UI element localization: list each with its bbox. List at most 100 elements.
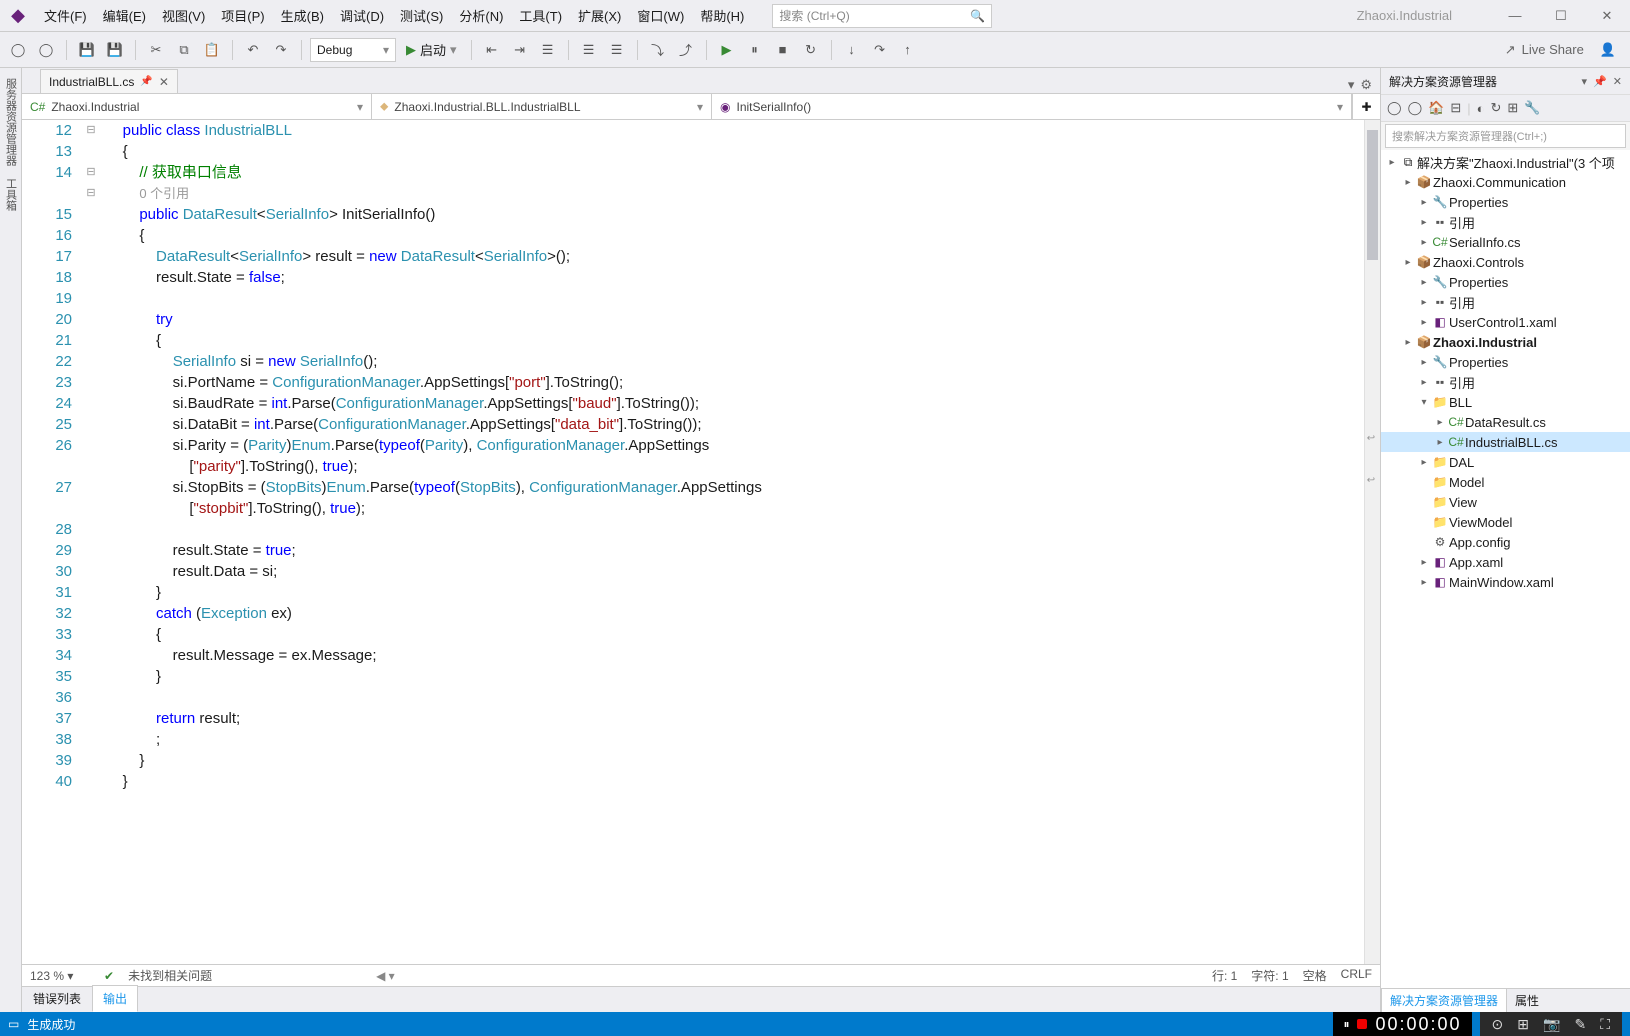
properties-tab[interactable]: 属性 [1507, 989, 1547, 1012]
solution-search[interactable]: 搜索解决方案资源管理器(Ctrl+;) [1385, 124, 1626, 148]
home-icon[interactable]: ◯ [1387, 100, 1402, 116]
stepout-icon[interactable]: ↑ [896, 38, 920, 62]
target-icon[interactable]: ⊙ [1492, 1016, 1504, 1033]
pause-icon[interactable]: ⏸ [1343, 1017, 1349, 1032]
menu-item[interactable]: 编辑(E) [95, 0, 154, 31]
vertical-scrollbar[interactable]: ↩ ↩ [1364, 120, 1380, 964]
file-tab[interactable]: IndustrialBLL.cs 📌 ✕ [40, 69, 178, 93]
paste-icon[interactable]: 📋 [200, 38, 224, 62]
run-icon[interactable]: ▶ [715, 38, 739, 62]
tree-node[interactable]: ▸📁DAL [1381, 452, 1630, 472]
code-area[interactable]: public class IndustrialBLL { // 获取串口信息 0… [100, 120, 1364, 964]
tree-node[interactable]: ▸🔧Properties [1381, 352, 1630, 372]
menu-item[interactable]: 视图(V) [154, 0, 213, 31]
tree-node[interactable]: ▸📦Zhaoxi.Controls [1381, 252, 1630, 272]
nav-icon[interactable]: ◀ ▾ [376, 969, 395, 983]
recorder-widget[interactable]: ⏸ 00:00:00 [1333, 1012, 1471, 1036]
tree-node[interactable]: ▸C#IndustrialBLL.cs [1381, 432, 1630, 452]
nav-member[interactable]: ◉ InitSerialInfo() ▾ [712, 94, 1352, 119]
split-editor-icon[interactable]: ✚ [1352, 94, 1380, 119]
sync-icon[interactable]: ◯ [1408, 100, 1423, 116]
tree-node[interactable]: ▸🔧Properties [1381, 272, 1630, 292]
menu-item[interactable]: 项目(P) [213, 0, 272, 31]
view-icon[interactable]: ◐ [1477, 101, 1485, 116]
menu-item[interactable]: 分析(N) [451, 0, 511, 31]
record-icon[interactable] [1357, 1019, 1367, 1029]
menu-item[interactable]: 工具(T) [511, 0, 570, 31]
undo-icon[interactable]: ↶ [241, 38, 265, 62]
tree-node[interactable]: ▸C#SerialInfo.cs [1381, 232, 1630, 252]
solution-tree[interactable]: ▸⧉解决方案"Zhaoxi.Industrial"(3 个项▸📦Zhaoxi.C… [1381, 150, 1630, 988]
forward-icon[interactable]: ◯ [34, 38, 58, 62]
tree-node[interactable]: ▸◧App.xaml [1381, 552, 1630, 572]
save-icon[interactable]: 💾 [75, 38, 99, 62]
restart-icon[interactable]: ↻ [799, 38, 823, 62]
tree-node[interactable]: ▸C#DataResult.cs [1381, 412, 1630, 432]
toolbox-tab[interactable]: 工具箱 [1, 172, 21, 217]
save-all-icon[interactable]: 💾 [103, 38, 127, 62]
indent-left-icon[interactable]: ⇤ [480, 38, 504, 62]
home2-icon[interactable]: 🏠 [1428, 100, 1444, 116]
tree-node[interactable]: ▸▪▪引用 [1381, 212, 1630, 232]
menu-item[interactable]: 文件(F) [36, 0, 95, 31]
code-editor[interactable]: 121314 151617181920212223242526 27 28293… [22, 120, 1380, 964]
collapse-icon[interactable]: ⊟ [1450, 100, 1461, 116]
close-button[interactable]: ✕ [1584, 0, 1630, 32]
showall-icon[interactable]: ⊞ [1507, 100, 1518, 116]
server-explorer-tab[interactable]: 服务器资源管理器 [1, 72, 21, 172]
fold-gutter[interactable]: ⊟ ⊟⊟ [82, 120, 100, 964]
pin-icon[interactable]: 📌 [140, 76, 152, 87]
back-icon[interactable]: ◯ [6, 38, 30, 62]
stop-icon[interactable]: ■ [771, 38, 795, 62]
panel-close-icon[interactable]: ✕ [1613, 75, 1622, 88]
tree-node[interactable]: ▸📦Zhaoxi.Industrial [1381, 332, 1630, 352]
minimize-button[interactable]: — [1492, 0, 1538, 32]
menu-item[interactable]: 调试(D) [332, 0, 392, 31]
tree-node[interactable]: ▸▪▪引用 [1381, 292, 1630, 312]
step2-icon[interactable]: ⤴ [674, 38, 698, 62]
tab-dropdown-icon[interactable]: ▾ [1348, 77, 1355, 93]
search-box[interactable]: 搜索 (Ctrl+Q) 🔍 [772, 4, 992, 28]
panel-pin-icon[interactable]: 📌 [1593, 75, 1607, 88]
tree-node[interactable]: ▸◧MainWindow.xaml [1381, 572, 1630, 592]
maximize-button[interactable]: ☐ [1538, 0, 1584, 32]
tree-node[interactable]: ▸▪▪引用 [1381, 372, 1630, 392]
stepover-icon[interactable]: ↷ [868, 38, 892, 62]
camera-icon[interactable]: 📷 [1543, 1016, 1560, 1033]
zoom-level[interactable]: 123 % ▾ [30, 969, 90, 983]
step-icon[interactable]: ⤵ [646, 38, 670, 62]
tree-node[interactable]: 📁ViewModel [1381, 512, 1630, 532]
grid-icon[interactable]: ⊞ [1517, 1016, 1529, 1033]
pencil-icon[interactable]: ✎ [1574, 1016, 1586, 1033]
bookmark-icon[interactable]: ☰ [577, 38, 601, 62]
cut-icon[interactable]: ✂ [144, 38, 168, 62]
tree-node[interactable]: ▾📁BLL [1381, 392, 1630, 412]
menu-item[interactable]: 窗口(W) [629, 0, 692, 31]
panel-dropdown-icon[interactable]: ▾ [1582, 75, 1588, 88]
copy-icon[interactable]: ⧉ [172, 38, 196, 62]
redo-icon[interactable]: ↷ [269, 38, 293, 62]
config-dropdown[interactable]: Debug▾ [310, 38, 396, 62]
tab-settings-icon[interactable]: ⚙ [1360, 77, 1372, 93]
tree-node[interactable]: ▸◧UserControl1.xaml [1381, 312, 1630, 332]
expand-icon[interactable]: ⛶ [1600, 1016, 1610, 1033]
nav-class[interactable]: ⬥ Zhaoxi.Industrial.BLL.IndustrialBLL ▾ [372, 94, 712, 119]
pause-icon[interactable]: ⏸ [743, 38, 767, 62]
close-tab-icon[interactable]: ✕ [159, 75, 169, 89]
tree-root[interactable]: ▸⧉解决方案"Zhaoxi.Industrial"(3 个项 [1381, 152, 1630, 172]
menu-item[interactable]: 生成(B) [273, 0, 332, 31]
stepinto-icon[interactable]: ↓ [840, 38, 864, 62]
menu-item[interactable]: 测试(S) [392, 0, 451, 31]
tree-node[interactable]: ▸📦Zhaoxi.Communication [1381, 172, 1630, 192]
start-debug-button[interactable]: ▶ 启动 ▾ [400, 40, 463, 59]
tree-node[interactable]: 📁Model [1381, 472, 1630, 492]
refresh-icon[interactable]: ↻ [1490, 100, 1501, 116]
bookmark2-icon[interactable]: ☰ [605, 38, 629, 62]
comment-icon[interactable]: ☰ [536, 38, 560, 62]
indent-right-icon[interactable]: ⇥ [508, 38, 532, 62]
live-share-button[interactable]: ↗ Live Share 👤 [1497, 42, 1624, 58]
scrollbar-thumb[interactable] [1367, 130, 1378, 260]
nav-project[interactable]: C# Zhaoxi.Industrial ▾ [22, 94, 372, 119]
error-list-tab[interactable]: 错误列表 [22, 985, 92, 1012]
output-tab[interactable]: 输出 [92, 985, 138, 1012]
